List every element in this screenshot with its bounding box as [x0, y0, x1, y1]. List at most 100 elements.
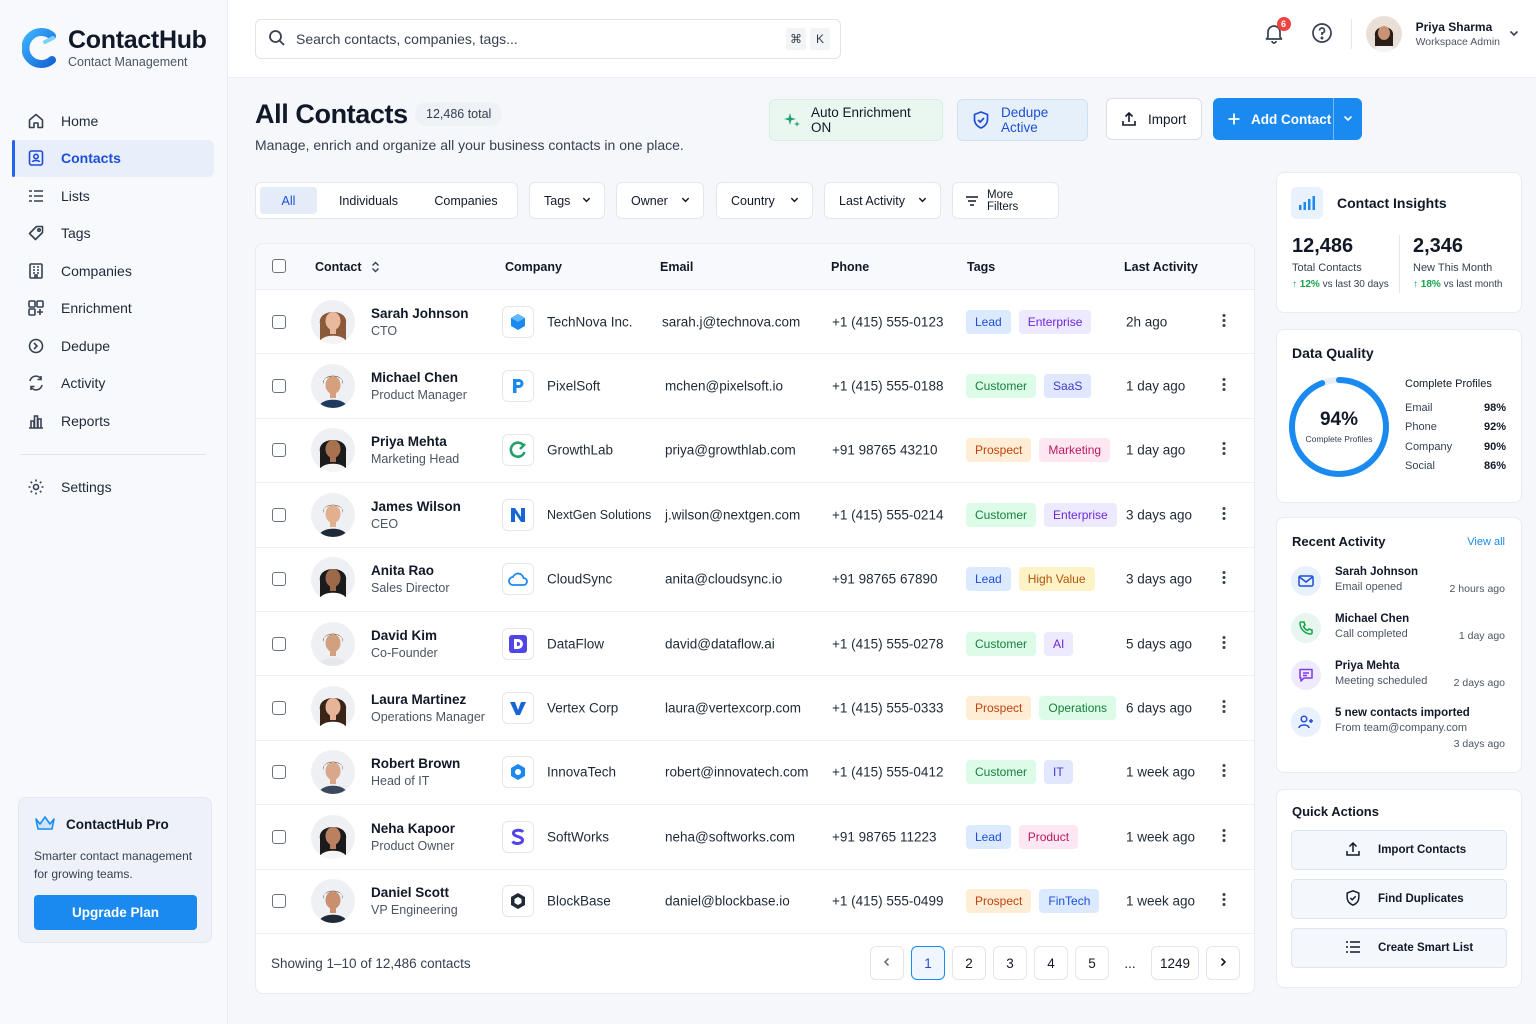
avatar[interactable] [311, 686, 355, 731]
help-button[interactable] [1307, 19, 1337, 49]
column-header-phone[interactable]: Phone [831, 260, 869, 274]
row-checkbox[interactable] [272, 636, 286, 651]
tags-filter-dropdown[interactable]: Tags [529, 182, 605, 219]
page-button-4[interactable]: 4 [1034, 946, 1068, 980]
activity-item[interactable]: Michael Chen Call completed 1 day ago [1291, 613, 1505, 643]
import-contacts-button[interactable]: Import Contacts [1291, 830, 1507, 870]
contact-email[interactable]: david@dataflow.ai [665, 636, 775, 651]
chevron-down-icon[interactable] [1508, 27, 1520, 42]
tag-badge[interactable]: Enterprise [1018, 309, 1092, 334]
page-button-5[interactable]: 5 [1075, 946, 1109, 980]
activity-item[interactable]: Priya Mehta Meeting scheduled 2 days ago [1291, 660, 1505, 690]
tag-badge[interactable]: Operations [1039, 696, 1117, 721]
table-row[interactable]: Priya Mehta Marketing Head GrowthLab pri… [256, 419, 1254, 484]
avatar[interactable] [311, 814, 355, 859]
contact-email[interactable]: priya@growthlab.com [665, 443, 796, 458]
contact-email[interactable]: daniel@blockbase.io [665, 894, 790, 909]
tag-badge[interactable]: Prospect [966, 889, 1032, 914]
row-actions-button[interactable] [1222, 698, 1226, 719]
sidebar-item-reports[interactable]: Reports [12, 402, 214, 440]
row-checkbox[interactable] [272, 829, 286, 844]
tag-badge[interactable]: Customer [966, 631, 1037, 656]
table-row[interactable]: David Kim Co-Founder DataFlow david@data… [256, 612, 1254, 677]
row-checkbox[interactable] [272, 701, 286, 716]
table-row[interactable]: Neha Kapoor Product Owner SoftWorks neha… [256, 805, 1254, 870]
company-name[interactable]: SoftWorks [547, 829, 609, 844]
tag-badge[interactable]: Customer [966, 760, 1037, 785]
search-input[interactable] [296, 31, 766, 47]
sidebar-item-lists[interactable]: Lists [12, 177, 214, 215]
create-smart-list-button[interactable]: Create Smart List [1291, 928, 1507, 968]
avatar[interactable] [311, 750, 355, 795]
company-name[interactable]: GrowthLab [547, 443, 613, 458]
sidebar-item-activity[interactable]: Activity [12, 365, 214, 403]
page-button-1[interactable]: 1 [911, 946, 945, 980]
contact-name[interactable]: James Wilson [371, 499, 461, 514]
segment-individuals[interactable]: Individuals [317, 187, 420, 214]
contact-email[interactable]: robert@innovatech.com [665, 765, 809, 780]
tag-badge[interactable]: Lead [966, 309, 1011, 334]
sidebar-item-enrichment[interactable]: Enrichment [12, 290, 214, 328]
owner-filter-dropdown[interactable]: Owner [616, 182, 704, 219]
company-name[interactable]: InnovaTech [547, 765, 616, 780]
activity-item[interactable]: Sarah Johnson Email opened 2 hours ago [1291, 566, 1505, 596]
row-actions-button[interactable] [1222, 440, 1226, 461]
company-name[interactable]: DataFlow [547, 636, 604, 651]
company-name[interactable]: PixelSoft [547, 379, 600, 394]
row-checkbox[interactable] [272, 314, 286, 329]
row-checkbox[interactable] [272, 765, 286, 780]
avatar[interactable] [311, 557, 355, 602]
view-all-link[interactable]: View all [1467, 536, 1505, 548]
sidebar-item-companies[interactable]: Companies [12, 252, 214, 290]
sidebar-item-dedupe[interactable]: Dedupe [12, 327, 214, 365]
row-actions-button[interactable] [1222, 762, 1226, 783]
sidebar-item-tags[interactable]: Tags [12, 215, 214, 253]
tag-badge[interactable]: AI [1044, 631, 1074, 656]
sidebar-item-contacts[interactable]: Contacts [12, 139, 214, 177]
contact-email[interactable]: j.wilson@nextgen.com [665, 507, 800, 522]
contact-name[interactable]: Anita Rao [371, 563, 450, 578]
table-row[interactable]: Robert Brown Head of IT InnovaTech rober… [256, 741, 1254, 806]
row-actions-button[interactable] [1222, 891, 1226, 912]
tag-badge[interactable]: IT [1044, 760, 1073, 785]
brand-logo[interactable]: ContactHub Contact Management [21, 26, 207, 69]
row-actions-button[interactable] [1222, 504, 1226, 525]
contact-email[interactable]: laura@vertexcorp.com [665, 701, 801, 716]
column-header-contact[interactable]: Contact [315, 260, 380, 274]
sidebar-item-home[interactable]: Home [12, 102, 214, 140]
contact-name[interactable]: Neha Kapoor [371, 821, 455, 836]
tag-badge[interactable]: Lead [966, 824, 1011, 849]
table-row[interactable]: James Wilson CEO NextGen Solutions j.wil… [256, 483, 1254, 548]
sidebar-item-settings[interactable]: Settings [12, 469, 214, 507]
tag-badge[interactable]: Customer [966, 502, 1037, 527]
contact-email[interactable]: neha@softworks.com [665, 829, 795, 844]
column-header-tags[interactable]: Tags [967, 260, 995, 274]
row-checkbox[interactable] [272, 443, 286, 458]
table-row[interactable]: Sarah Johnson CTO TechNova Inc. sarah.j@… [256, 290, 1254, 355]
user-avatar[interactable] [1365, 16, 1402, 52]
page-button-2[interactable]: 2 [952, 946, 986, 980]
table-row[interactable]: Daniel Scott VP Engineering BlockBase da… [256, 870, 1254, 934]
contact-name[interactable]: Michael Chen [371, 370, 467, 385]
column-header-company[interactable]: Company [505, 260, 562, 274]
contact-name[interactable]: Robert Brown [371, 756, 460, 771]
tag-badge[interactable]: Customer [966, 374, 1037, 399]
row-checkbox[interactable] [272, 507, 286, 522]
tag-badge[interactable]: SaaS [1044, 374, 1092, 399]
find-duplicates-button[interactable]: Find Duplicates [1291, 879, 1507, 919]
avatar[interactable] [311, 299, 355, 344]
import-button[interactable]: Import [1106, 98, 1202, 140]
company-name[interactable]: NextGen Solutions [547, 508, 651, 522]
tag-badge[interactable]: High Value [1018, 567, 1095, 592]
tag-badge[interactable]: Prospect [966, 696, 1032, 721]
company-name[interactable]: TechNova Inc. [547, 314, 633, 329]
activity-item[interactable]: 5 new contacts imported From team@compan… [1291, 707, 1505, 750]
next-page-button[interactable] [1206, 946, 1240, 980]
row-actions-button[interactable] [1222, 376, 1226, 397]
tag-badge[interactable]: Product [1018, 824, 1079, 849]
tag-badge[interactable]: Enterprise [1044, 502, 1117, 527]
contact-name[interactable]: Daniel Scott [371, 885, 458, 900]
tag-badge[interactable]: FinTech [1039, 889, 1100, 914]
table-row[interactable]: Laura Martinez Operations Manager Vertex… [256, 676, 1254, 741]
company-name[interactable]: Vertex Corp [547, 701, 618, 716]
